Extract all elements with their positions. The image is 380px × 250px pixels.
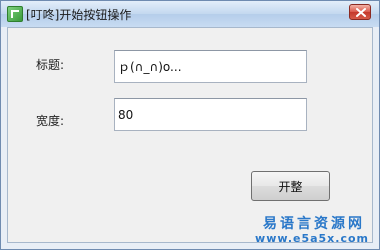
- width-label: 宽度:: [36, 114, 65, 128]
- watermark-cn: 易语言资源网: [263, 216, 365, 232]
- title-label: 标题:: [36, 58, 65, 72]
- client-area: 标题: 宽度: 开整: [7, 27, 373, 243]
- start-button[interactable]: 开整: [251, 171, 330, 201]
- dialog-window: [叮咚]开始按钮操作 标题: 宽度: 开整 易语言资源网 www.e5a5x.c…: [0, 0, 380, 250]
- app-icon: [7, 6, 23, 22]
- width-input[interactable]: [114, 98, 307, 131]
- window-title: [叮咚]开始按钮操作: [26, 8, 132, 22]
- title-input[interactable]: [114, 50, 307, 83]
- watermark-url: www.e5a5x.com: [255, 232, 369, 245]
- title-bar[interactable]: [叮咚]开始按钮操作: [1, 1, 379, 27]
- close-button[interactable]: [349, 4, 371, 20]
- close-icon: [356, 8, 366, 17]
